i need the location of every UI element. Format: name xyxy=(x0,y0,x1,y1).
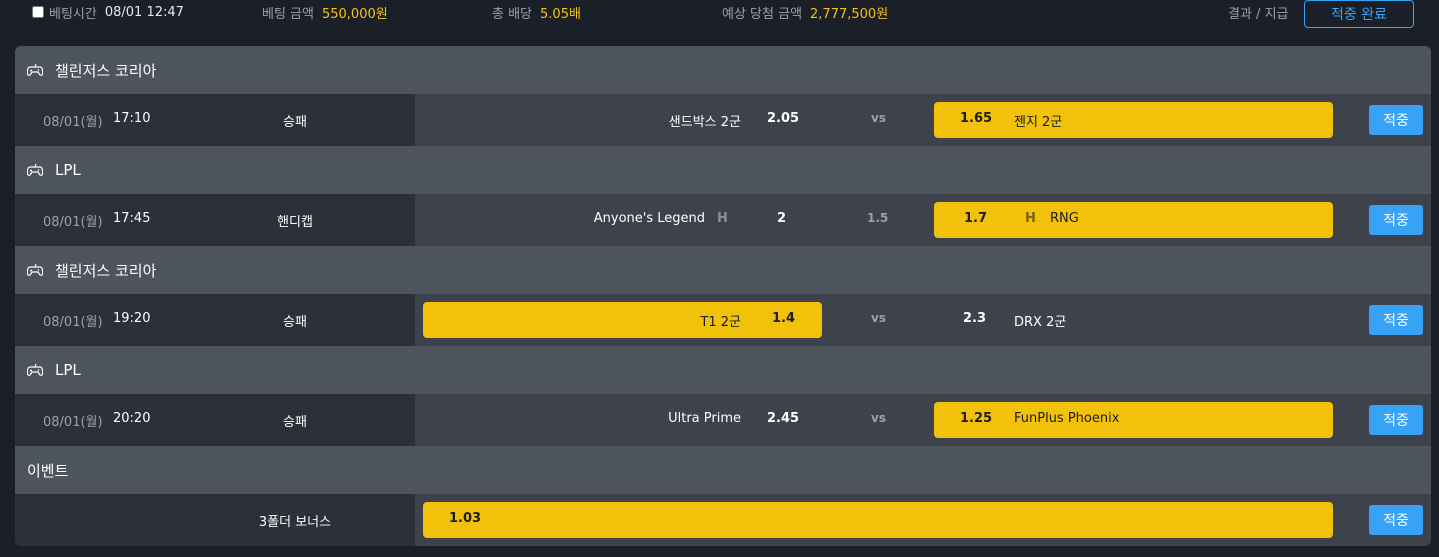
total-odds-value: 5.05배 xyxy=(540,6,581,22)
league-name: 챌린저스 코리아 xyxy=(55,61,157,80)
market-type: 승패 xyxy=(283,115,307,130)
league-name: LPL xyxy=(55,361,81,379)
result-win-button[interactable]: 적중 xyxy=(1369,105,1423,135)
expected-win-label: 예상 당첨 금액 xyxy=(722,6,803,22)
selected-pick-highlight[interactable] xyxy=(934,102,1333,138)
match-row: 08/01(월) 17:10 승패 샌드박스 2군 2.05 vs 1.65 젠… xyxy=(15,94,1431,146)
away-odds: 1.25 xyxy=(960,411,993,426)
market-type: 핸디캡 xyxy=(277,215,313,230)
selected-pick-highlight[interactable] xyxy=(423,302,822,338)
handicap-line: 1.5 xyxy=(867,211,889,225)
away-team: RNG xyxy=(1050,211,1079,226)
expected-win: 예상 당첨 금액 2,777,500원 xyxy=(722,3,889,22)
away-team: DRX 2군 xyxy=(1014,315,1067,330)
league-header: LPL xyxy=(15,146,1431,194)
match-row: 08/01(월) 17:45 핸디캡 Anyone's Legend H 2 1… xyxy=(15,194,1431,246)
selected-pick-highlight[interactable] xyxy=(934,202,1333,238)
bet-time: 베팅시간 08/01 12:47 xyxy=(32,3,184,22)
home-odds: 2 xyxy=(777,211,787,226)
match-info: 08/01(월) 17:10 승패 xyxy=(15,94,415,146)
bonus-odds: 1.03 xyxy=(449,511,482,526)
bet-amount: 베팅 금액 550,000원 xyxy=(262,3,388,22)
bet-amount-value: 550,000원 xyxy=(321,6,388,22)
away-odds: 2.3 xyxy=(963,311,987,326)
match-row: 08/01(월) 20:20 승패 Ultra Prime 2.45 vs 1.… xyxy=(15,394,1431,446)
handicap-h-icon: H xyxy=(717,211,728,226)
away-team: 젠지 2군 xyxy=(1014,115,1063,130)
checkbox-icon[interactable] xyxy=(32,6,44,18)
gamepad-icon xyxy=(27,363,43,377)
bet-time-value: 08/01 12:47 xyxy=(104,4,184,20)
league-header: 챌린저스 코리아 xyxy=(15,46,1431,94)
total-odds: 총 배당 5.05배 xyxy=(492,3,581,22)
result-win-button[interactable]: 적중 xyxy=(1369,405,1423,435)
league-name: LPL xyxy=(55,161,81,179)
league-header: 챌린저스 코리아 xyxy=(15,246,1431,294)
result-payout-label: 결과 / 지급 xyxy=(1228,6,1289,22)
total-odds-label: 총 배당 xyxy=(492,6,533,22)
vs-label: vs xyxy=(871,311,886,325)
vs-label: vs xyxy=(871,411,886,425)
bonus-odds-highlight xyxy=(423,502,1333,538)
home-odds: 2.45 xyxy=(767,411,800,426)
handicap-h-icon: H xyxy=(1025,211,1036,226)
away-odds: 1.65 xyxy=(960,111,993,126)
bet-summary-bar: 베팅시간 08/01 12:47 베팅 금액 550,000원 총 배당 5.0… xyxy=(0,0,1439,30)
league-header: LPL xyxy=(15,346,1431,394)
gamepad-icon xyxy=(27,163,43,177)
home-odds: 2.05 xyxy=(767,111,800,126)
market-type: 승패 xyxy=(283,315,307,330)
bet-amount-label: 베팅 금액 xyxy=(262,6,314,22)
vs-label: vs xyxy=(871,111,886,125)
match-time: 17:45 xyxy=(113,211,151,226)
match-date: 08/01(월) xyxy=(43,115,103,130)
match-date: 08/01(월) xyxy=(43,215,103,230)
bonus-row: 3폴더 보너스 1.03 적중 xyxy=(15,494,1431,546)
result-win-button[interactable]: 적중 xyxy=(1369,205,1423,235)
away-team: FunPlus Phoenix xyxy=(1014,411,1120,426)
home-team: 샌드박스 2군 xyxy=(668,115,741,130)
gamepad-icon xyxy=(27,263,43,277)
match-info: 08/01(월) 19:20 승패 xyxy=(15,294,415,346)
bet-slip-panel: 챌린저스 코리아 08/01(월) 17:10 승패 샌드박스 2군 2.05 … xyxy=(15,46,1431,546)
result-payout: 결과 / 지급 xyxy=(1228,3,1289,22)
result-win-button[interactable]: 적중 xyxy=(1369,505,1423,535)
home-team: Anyone's Legend xyxy=(593,211,705,226)
home-team: T1 2군 xyxy=(700,315,741,330)
home-odds: 1.4 xyxy=(772,311,796,326)
expected-win-value: 2,777,500원 xyxy=(810,6,889,22)
gamepad-icon xyxy=(27,63,43,77)
result-win-button[interactable]: 적중 xyxy=(1369,305,1423,335)
bonus-info: 3폴더 보너스 xyxy=(15,494,415,546)
selected-pick-highlight[interactable] xyxy=(934,402,1333,438)
match-info: 08/01(월) 20:20 승패 xyxy=(15,394,415,446)
match-time: 20:20 xyxy=(113,411,151,426)
league-header: 이벤트 xyxy=(15,446,1431,494)
league-name: 챌린저스 코리아 xyxy=(55,261,157,280)
match-row: 08/01(월) 19:20 승패 T1 2군 1.4 vs 2.3 DRX 2… xyxy=(15,294,1431,346)
league-name: 이벤트 xyxy=(27,461,69,480)
bet-time-label: 베팅시간 xyxy=(49,6,97,22)
match-info: 08/01(월) 17:45 핸디캡 xyxy=(15,194,415,246)
match-time: 19:20 xyxy=(113,311,151,326)
status-win-complete-button[interactable]: 적중 완료 xyxy=(1304,0,1414,28)
match-time: 17:10 xyxy=(113,111,151,126)
match-date: 08/01(월) xyxy=(43,315,103,330)
bonus-type: 3폴더 보너스 xyxy=(258,515,332,530)
home-team: Ultra Prime xyxy=(668,411,741,426)
match-date: 08/01(월) xyxy=(43,415,103,430)
away-odds: 1.7 xyxy=(964,211,988,226)
market-type: 승패 xyxy=(283,415,307,430)
